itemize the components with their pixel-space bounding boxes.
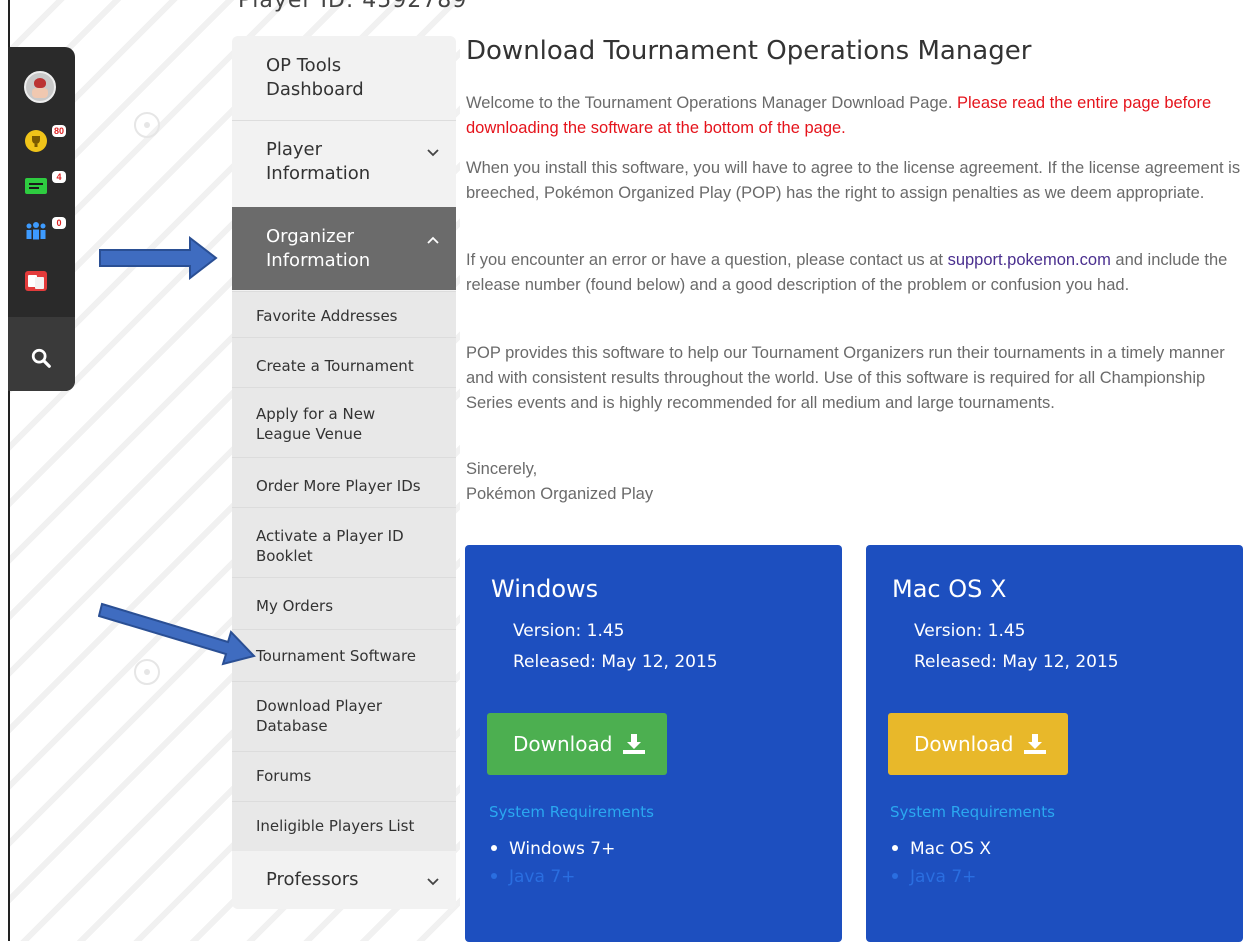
released-text: Released: May 12, 2015 [513,652,718,672]
os-title: Mac OS X [892,575,1007,603]
chevron-up-icon [427,236,439,244]
requirement-item: Mac OS X [892,839,991,859]
intro-text: Welcome to the Tournament Operations Man… [466,94,953,112]
sidebar-subitem-label: Activate a Player ID Booklet [256,527,404,565]
sidebar-item-label: Professors [266,869,359,890]
license-paragraph: When you install this software, you will… [466,159,1241,202]
trophy-icon[interactable] [24,129,48,153]
version-text: Version: 1.45 [513,621,625,641]
sidebar-subitem[interactable]: Download Player Database [232,681,456,751]
sidebar-menu: OP Tools Dashboard Player Information Or… [232,36,456,909]
support-link[interactable]: support.pokemon.com [948,251,1111,269]
sidebar-subitem[interactable]: Favorite Addresses [232,291,456,337]
sidebar-item-player-information[interactable]: Player Information [232,138,456,208]
sidebar-subitem-label: Ineligible Players List [256,817,415,835]
message-badge: 4 [52,171,66,183]
system-requirements-label: System Requirements [489,803,654,821]
intro-paragraph: Welcome to the Tournament Operations Man… [466,91,1246,141]
sidebar-item-organizer-information[interactable]: Organizer Information [232,207,456,290]
sidebar-subitem-label: Order More Player IDs [256,477,421,495]
sidebar-item-label: OP Tools Dashboard [266,55,364,100]
download-button-label: Download [513,732,613,756]
provides-paragraph: POP provides this software to help our T… [466,344,1225,412]
bullet-icon [491,873,497,879]
sidebar-subitem[interactable]: Activate a Player ID Booklet [232,507,456,577]
sidebar-subitem-label: Forums [256,767,312,785]
trophy-badge: 80 [52,125,67,137]
released-text: Released: May 12, 2015 [914,652,1119,672]
requirement-item: Java 7+ [892,867,976,887]
download-icon [1023,734,1046,754]
bullet-icon [892,845,898,851]
sidebar-subitem-label: Create a Tournament [256,357,414,375]
sidebar-subitem-label: Favorite Addresses [256,307,398,325]
deck-icon[interactable] [24,269,48,293]
sincerely-text: Sincerely, [466,460,538,478]
requirement-item: Windows 7+ [491,839,615,859]
annotation-arrow [99,236,218,280]
sidebar-subitem[interactable]: Forums [232,751,456,801]
annotation-arrow [98,602,256,666]
group-badge: 0 [52,217,66,229]
download-button[interactable]: Download [487,713,667,775]
signature-text: Pokémon Organized Play [466,485,654,503]
system-requirements-label: System Requirements [890,803,1055,821]
sidebar-item-op-tools[interactable]: OP Tools Dashboard [232,54,456,120]
chevron-down-icon [427,149,439,157]
sidebar-subitem-label: Apply for a New League Venue [256,405,376,443]
sidebar-subitem-label: Download Player Database [256,697,383,735]
sidebar-item-professors[interactable]: Professors [232,868,456,908]
decor-circle [134,112,160,138]
message-icon[interactable] [24,175,48,199]
download-button[interactable]: Download [888,713,1068,775]
os-title: Windows [491,575,599,603]
sidebar-subitem[interactable]: Ineligible Players List [232,801,456,851]
bullet-icon [491,845,497,851]
group-icon[interactable] [24,219,48,243]
contact-paragraph: If you encounter an error or have a ques… [466,248,1246,298]
requirement-text: Windows 7+ [509,839,616,859]
sidebar-subitem[interactable]: Apply for a New League Venue [232,387,456,457]
windows-download-card: Windows Version: 1.45 Released: May 12, … [465,545,842,942]
version-text: Version: 1.45 [914,621,1026,641]
sidebar-subitem[interactable]: My Orders [232,577,456,629]
requirement-item: Java 7+ [491,867,575,887]
requirement-text: Java 7+ [509,867,576,887]
download-icon [622,734,645,754]
requirement-text: Mac OS X [910,839,992,859]
sidebar-item-label: Player Information [266,139,371,184]
chevron-down-icon [427,878,439,886]
sidebar-subitem[interactable]: Order More Player IDs [232,457,456,507]
contact-text: If you encounter an error or have a ques… [466,251,943,269]
bullet-icon [892,873,898,879]
search-icon[interactable] [30,347,52,369]
sidebar-item-label: Organizer Information [266,226,371,271]
avatar[interactable] [24,71,56,103]
mac-download-card: Mac OS X Version: 1.45 Released: May 12,… [866,545,1243,942]
sidebar-subitem-label: Tournament Software [256,647,417,665]
download-button-label: Download [914,732,1014,756]
sidebar-subitem-label: My Orders [256,597,334,615]
page-title: Download Tournament Operations Manager [466,36,1032,66]
divider [232,120,456,121]
requirement-text: Java 7+ [910,867,977,887]
sidebar-subitem-tournament-software[interactable]: Tournament Software [232,629,456,681]
player-id-clipped: Player ID: 4592789 [238,0,468,13]
side-toolbar: 80 4 0 [8,47,75,391]
sidebar-subitem[interactable]: Create a Tournament [232,337,456,387]
